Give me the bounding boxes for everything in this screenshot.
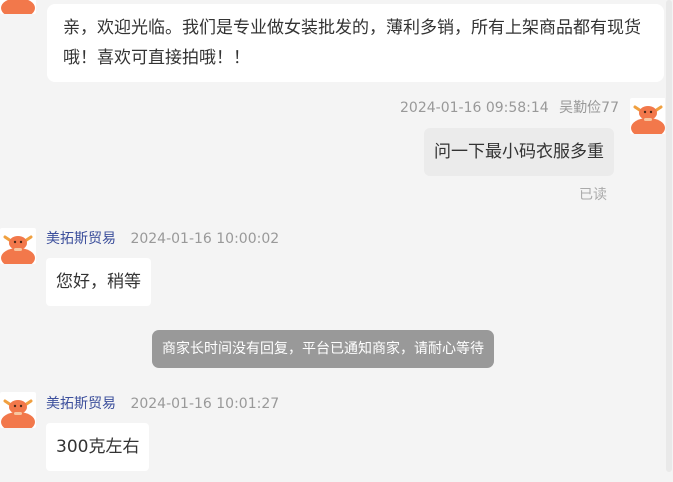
seller-meta: 美拓斯贸易 2024-01-16 10:01:27	[46, 393, 279, 413]
message-text: 300克左右	[56, 437, 140, 457]
seller-avatar[interactable]	[0, 392, 36, 428]
sender-name[interactable]: 美拓斯贸易	[46, 396, 116, 412]
bull-mascot-icon	[0, 392, 36, 428]
sender-name: 吴勤俭77	[559, 100, 619, 116]
sender-name[interactable]: 美拓斯贸易	[46, 231, 116, 247]
message-text: 亲，欢迎光临。我们是专业做女装批发的，薄利多销，所有上架商品都有现货哦！喜欢可直…	[63, 18, 641, 68]
message-time: 2024-01-16 10:01:27	[130, 396, 280, 412]
seller-meta: 美拓斯贸易 2024-01-16 10:00:02	[46, 228, 279, 248]
message-text: 您好，稍等	[56, 272, 141, 292]
message-text: 问一下最小码衣服多重	[434, 142, 604, 162]
system-notice: 商家长时间没有回复，平台已通知商家，请耐心等待	[152, 330, 494, 368]
read-status: 已读	[579, 187, 607, 203]
seller-avatar[interactable]	[0, 0, 36, 14]
message-bubble-seller: 300克左右	[46, 423, 150, 471]
message-time: 2024-01-16 09:58:14	[400, 100, 549, 116]
scrollbar-thumb[interactable]	[666, 0, 672, 472]
message-bubble-seller: 您好，稍等	[46, 258, 151, 306]
bull-mascot-icon	[630, 98, 666, 134]
buyer-meta: 2024-01-16 09:58:14 吴勤俭77	[400, 97, 619, 117]
bull-mascot-icon	[0, 228, 36, 264]
message-bubble-greeting: 亲，欢迎光临。我们是专业做女装批发的，薄利多销，所有上架商品都有现货哦！喜欢可直…	[47, 4, 664, 82]
bull-mascot-icon	[0, 0, 36, 14]
scrollbar[interactable]	[665, 0, 673, 482]
seller-avatar[interactable]	[0, 228, 36, 264]
message-bubble-buyer: 问一下最小码衣服多重	[424, 128, 614, 176]
buyer-avatar[interactable]	[630, 98, 666, 134]
message-time: 2024-01-16 10:00:02	[130, 231, 280, 247]
